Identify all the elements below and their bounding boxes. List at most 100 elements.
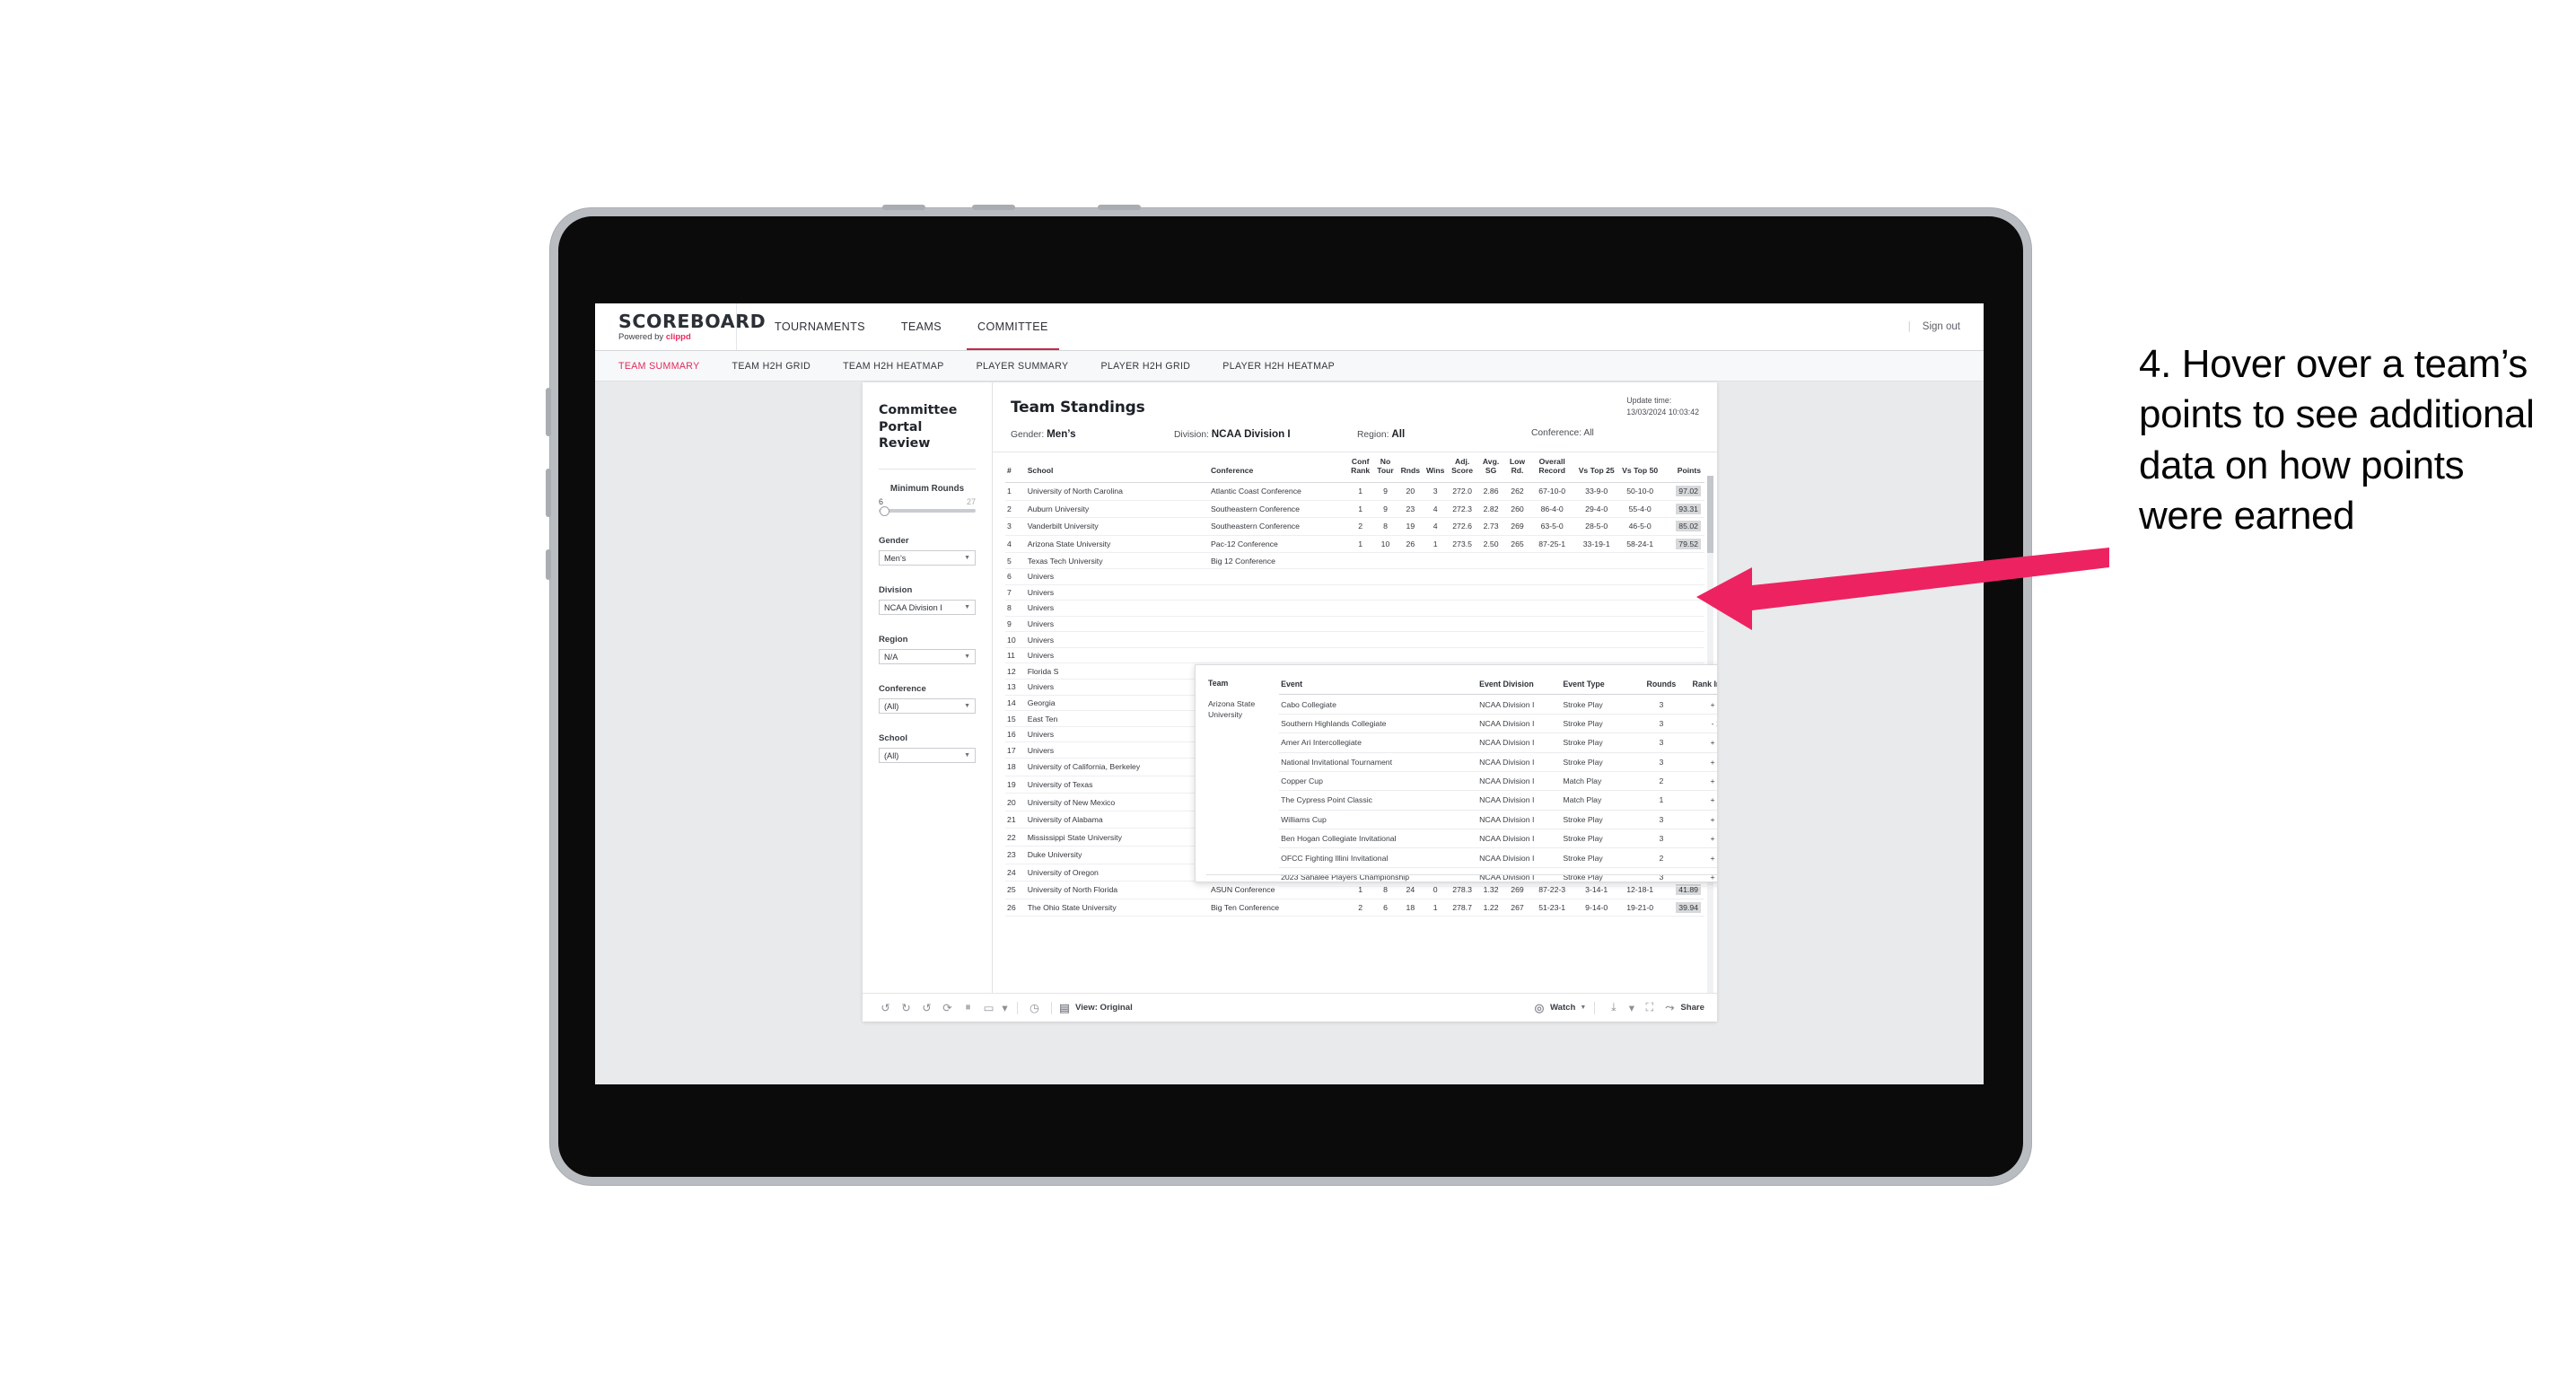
- nav-item-tournaments[interactable]: TOURNAMENTS: [757, 303, 883, 350]
- th-vs-top-50[interactable]: Vs Top 50: [1617, 452, 1662, 483]
- nav-item-committee[interactable]: COMMITTEE: [959, 303, 1066, 350]
- th-conference[interactable]: Conference: [1208, 452, 1348, 483]
- table-row[interactable]: 26 The Ohio State University Big Ten Confe…: [1005, 899, 1704, 917]
- table-row[interactable]: 11 Univers: [1005, 647, 1704, 664]
- table-row[interactable]: 5 Texas Tech University Big 12 Conference: [1005, 552, 1704, 569]
- tab-team-h2h-grid[interactable]: TEAM H2H GRID: [732, 361, 829, 372]
- tooltip-table: Team Event Event Division Event Type Rou…: [1206, 674, 1717, 888]
- cell-low_rd: 262: [1505, 482, 1529, 501]
- cell-conf_rank: [1347, 631, 1373, 648]
- redo-icon[interactable]: ↻: [896, 997, 916, 1018]
- signout-link[interactable]: Sign out: [1923, 321, 1960, 332]
- region-select[interactable]: N/A ▼: [879, 649, 976, 665]
- table-scrollbar-thumb[interactable]: [1707, 476, 1713, 553]
- th-low-rd[interactable]: Low Rd.: [1505, 452, 1529, 483]
- table-row[interactable]: 1 University of North Carolina Atlantic Co…: [1005, 482, 1704, 501]
- sidebar-title-line1: Committee: [879, 403, 958, 417]
- minimum-rounds-slider-handle[interactable]: [880, 505, 889, 516]
- tab-player-h2h-heatmap[interactable]: PLAYER H2H HEATMAP: [1222, 361, 1353, 372]
- brand-title: SCOREBOARD: [618, 310, 767, 332]
- points-value[interactable]: 39.94: [1676, 902, 1701, 914]
- brand-logo[interactable]: SCOREBOARD Powered by clippd: [595, 303, 767, 350]
- cell-vs_top_25: 28-5-0: [1574, 517, 1618, 536]
- table-row[interactable]: 9 Univers: [1005, 616, 1704, 633]
- tooltip-cell-event_division: NCAA Division I: [1477, 810, 1562, 830]
- cell-adj_score: 273.5: [1448, 535, 1477, 554]
- cell-vs_top_25: [1574, 568, 1618, 585]
- cell-school: University of North Florida: [1025, 881, 1209, 899]
- gender-select[interactable]: Men’s ▼: [879, 550, 976, 566]
- tooltip-cell-event: 2023 Sahalee Players Championship: [1279, 867, 1478, 888]
- table-row[interactable]: 8 Univers: [1005, 600, 1704, 617]
- cell-school: Texas Tech University: [1025, 552, 1209, 569]
- summary-division-key: Division:: [1174, 430, 1209, 440]
- th-avg-sg[interactable]: Avg. SG: [1476, 452, 1506, 483]
- th-wins[interactable]: Wins: [1423, 452, 1449, 483]
- cell-adj_score: [1448, 568, 1477, 585]
- th-conf-rank[interactable]: Conf Rank: [1347, 452, 1373, 483]
- cell-points[interactable]: 39.94: [1661, 899, 1704, 917]
- tab-player-h2h-grid[interactable]: PLAYER H2H GRID: [1100, 361, 1208, 372]
- share-button[interactable]: ⤳ Share: [1663, 997, 1704, 1018]
- history-icon[interactable]: ◷: [1024, 997, 1045, 1018]
- th-adj-score[interactable]: Adj. Score: [1448, 452, 1477, 483]
- cell-points[interactable]: 85.02: [1661, 517, 1704, 536]
- download-icon[interactable]: ⤓: [1603, 997, 1624, 1018]
- cell-conference: Pac-12 Conference: [1208, 535, 1348, 554]
- points-value[interactable]: 85.02: [1676, 521, 1701, 532]
- cell-school: Florida S: [1025, 662, 1209, 680]
- table-row[interactable]: 6 Univers: [1005, 568, 1704, 585]
- cell-wins: [1423, 568, 1449, 585]
- page-title: Team Standings: [1011, 399, 1145, 417]
- tooltip-cell-event_type: Stroke Play: [1561, 714, 1640, 734]
- school-select[interactable]: (All) ▼: [879, 748, 976, 764]
- refresh-icon[interactable]: ⟳: [937, 997, 958, 1018]
- tooltip-row: Copper CupNCAA Division IMatch Play2+ 14…: [1206, 771, 1717, 792]
- tab-team-h2h-heatmap[interactable]: TEAM H2H HEATMAP: [843, 361, 962, 372]
- cell-wins: 1: [1423, 899, 1449, 917]
- points-value[interactable]: 93.31: [1676, 503, 1701, 514]
- nav-item-teams[interactable]: TEAMS: [883, 303, 959, 350]
- download-chevron-down-icon[interactable]: ▾: [1625, 997, 1637, 1018]
- watch-button[interactable]: ◎ Watch ▼: [1533, 997, 1586, 1018]
- undo-icon[interactable]: ↺: [875, 997, 896, 1018]
- revert-icon[interactable]: ↺: [916, 997, 937, 1018]
- cell-points[interactable]: 93.31: [1661, 500, 1704, 519]
- th-points[interactable]: Points: [1661, 452, 1704, 483]
- th-rank[interactable]: #: [1005, 452, 1026, 483]
- tab-team-summary[interactable]: TEAM SUMMARY: [618, 361, 718, 372]
- points-value[interactable]: 97.02: [1676, 486, 1701, 497]
- zoom-dropdown-chevron-icon[interactable]: ▾: [999, 997, 1011, 1018]
- zoom-select-icon[interactable]: ▭: [978, 997, 999, 1018]
- table-row[interactable]: 10 Univers: [1005, 631, 1704, 648]
- th-no-tour[interactable]: No Tour: [1372, 452, 1398, 483]
- tab-player-summary[interactable]: PLAYER SUMMARY: [977, 361, 1087, 372]
- cell-school: Mississippi State University: [1025, 828, 1209, 847]
- minimum-rounds-range: 6 27: [879, 497, 976, 506]
- table-row[interactable]: 3 Vanderbilt University Southeastern Confe…: [1005, 517, 1704, 536]
- th-vs-top-25[interactable]: Vs Top 25: [1574, 452, 1618, 483]
- cell-vs_top_50: [1617, 600, 1662, 617]
- minimum-rounds-slider[interactable]: [879, 505, 976, 516]
- table-row[interactable]: 4 Arizona State University Pac-12 Conferen…: [1005, 535, 1704, 554]
- th-rnds[interactable]: Rnds: [1398, 452, 1424, 483]
- table-row[interactable]: 7 Univers: [1005, 584, 1704, 601]
- pause-refresh-icon[interactable]: ⏸: [958, 997, 978, 1018]
- view-original-button[interactable]: ▤ View: Original: [1058, 997, 1133, 1018]
- cell-conf_rank: [1347, 568, 1373, 585]
- fullscreen-icon[interactable]: ⛶: [1639, 997, 1660, 1018]
- cell-points[interactable]: 97.02: [1661, 482, 1704, 501]
- tooltip-cell-event: Cabo Collegiate: [1279, 694, 1478, 715]
- division-select[interactable]: NCAA Division I ▼: [879, 600, 976, 616]
- th-school[interactable]: School: [1025, 452, 1209, 483]
- tooltip-cell-rounds: 2: [1639, 847, 1684, 868]
- cell-conference: Big Ten Conference: [1208, 899, 1348, 917]
- cell-avg_sg: [1476, 616, 1506, 633]
- th-overall-record[interactable]: Overall Record: [1529, 452, 1575, 483]
- cell-adj_score: 272.3: [1448, 500, 1477, 519]
- table-row[interactable]: 2 Auburn University Southeastern Conferenc…: [1005, 500, 1704, 519]
- minimum-rounds-label: Minimum Rounds: [889, 484, 965, 495]
- cell-no_tour: [1372, 552, 1398, 569]
- tooltip-cell-event: National Invitational Tournament: [1279, 752, 1478, 772]
- conference-select[interactable]: (All) ▼: [879, 698, 976, 715]
